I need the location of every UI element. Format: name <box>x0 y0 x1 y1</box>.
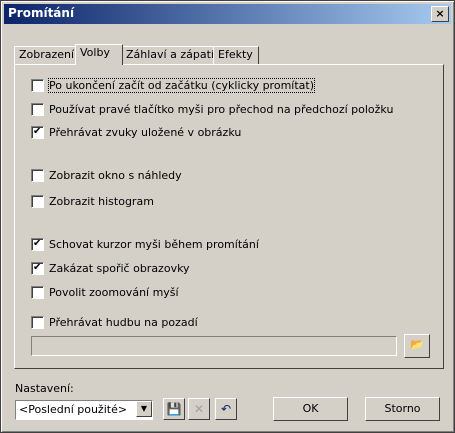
folder-open-icon[interactable]: 📂 <box>404 334 430 358</box>
option-label: Zakázat spořič obrazovky <box>49 261 190 275</box>
window-title: Promítání <box>8 6 75 20</box>
checkbox[interactable] <box>31 125 44 139</box>
tab-volby[interactable]: Volby <box>75 44 123 65</box>
option-label: Používat pravé tlačítko myši pro přechod… <box>49 102 394 116</box>
option-play-sounds[interactable]: Přehrávat zvuky uložené v obrázku <box>31 124 241 140</box>
option-label: Přehrávat hudbu na pozadí <box>49 315 198 329</box>
save-icon[interactable]: 💾 <box>163 398 185 420</box>
option-label: Povolit zoomování myší <box>49 285 179 299</box>
option-histogram[interactable]: Zobrazit histogram <box>31 193 154 209</box>
checkbox[interactable] <box>31 285 44 299</box>
checkbox[interactable] <box>31 102 44 116</box>
cancel-button[interactable]: Storno <box>365 397 440 421</box>
settings-label: Nastavení: <box>15 382 74 395</box>
tab-efekty[interactable]: Efekty <box>213 46 259 64</box>
option-label: Zobrazit okno s náhledy <box>49 168 182 182</box>
option-label: Po ukončení začít od začátku (cyklicky p… <box>48 77 315 93</box>
checkbox[interactable] <box>31 168 44 182</box>
music-path-field[interactable] <box>31 336 397 356</box>
chevron-down-icon[interactable]: ▼ <box>136 401 152 417</box>
undo-icon[interactable]: ↶ <box>215 398 237 420</box>
option-loop[interactable]: Po ukončení začít od začátku (cyklicky p… <box>31 77 315 93</box>
checkbox[interactable] <box>31 194 44 208</box>
checkbox[interactable] <box>31 78 44 92</box>
close-button[interactable]: × <box>431 6 449 22</box>
checkbox[interactable] <box>31 237 44 251</box>
option-label: Zobrazit histogram <box>49 194 154 208</box>
delete-icon[interactable]: ✕ <box>188 398 210 420</box>
option-label: Schovat kurzor myši během promítání <box>49 237 259 251</box>
tab-zobrazeni[interactable]: Zobrazení <box>14 46 78 64</box>
ok-button[interactable]: OK <box>273 397 348 421</box>
option-disable-screensaver[interactable]: Zakázat spořič obrazovky <box>31 260 190 276</box>
title-bar: Promítání × <box>4 4 451 24</box>
checkbox[interactable] <box>31 261 44 275</box>
option-background-music[interactable]: Přehrávat hudbu na pozadí <box>31 314 198 330</box>
option-hide-cursor[interactable]: Schovat kurzor myši během promítání <box>31 236 259 252</box>
option-thumbnails-window[interactable]: Zobrazit okno s náhledy <box>31 167 182 183</box>
tab-zahlavi-a-zapati[interactable]: Záhlaví a zápatí <box>121 46 215 64</box>
option-label: Přehrávat zvuky uložené v obrázku <box>49 125 242 139</box>
settings-selected-value: <Poslední použité> <box>19 403 128 416</box>
option-mouse-zoom[interactable]: Povolit zoomování myší <box>31 284 179 300</box>
option-right-click-prev[interactable]: Používat pravé tlačítko myši pro přechod… <box>31 101 393 117</box>
settings-select[interactable]: <Poslední použité> ▼ <box>15 400 153 420</box>
checkbox[interactable] <box>31 315 44 329</box>
